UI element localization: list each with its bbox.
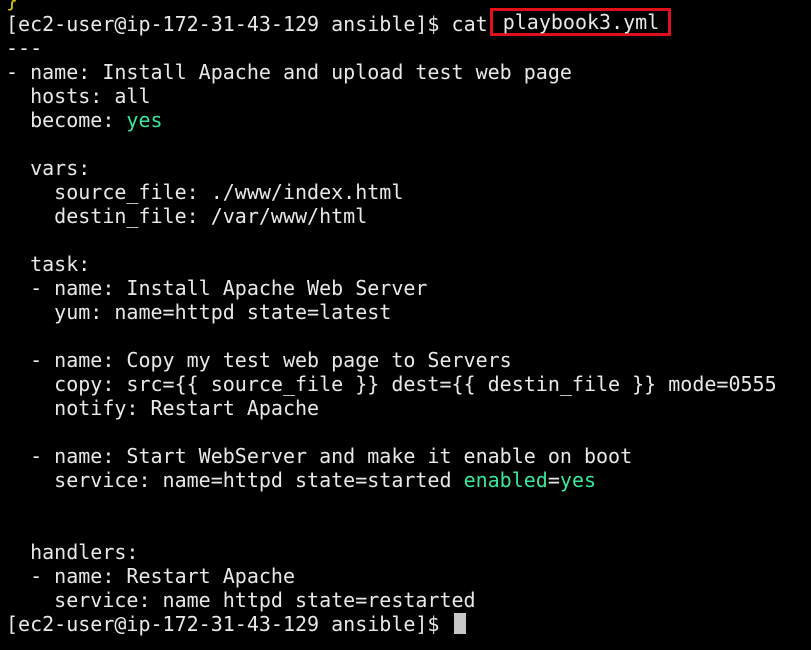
yaml-task2-copy: copy: src={{ source_file }} dest={{ dest… xyxy=(6,372,777,396)
equals-sign: = xyxy=(547,468,560,492)
yaml-source-file: source_file: ./www/index.html xyxy=(6,180,404,204)
yaml-task2-notify: notify: Restart Apache xyxy=(6,396,320,420)
shell-prompt: [ec2-user@ip-172-31-43-129 ansible]$ xyxy=(6,12,452,36)
service-args: service: name=httpd state=started xyxy=(6,468,464,492)
yaml-handler-name: - name: Restart Apache xyxy=(6,564,295,588)
highlighted-filename: playbook3.yml xyxy=(489,8,672,36)
enabled-value: yes xyxy=(559,468,597,492)
become-key: become: xyxy=(6,108,127,132)
final-prompt-line[interactable]: [ec2-user@ip-172-31-43-129 ansible]$ xyxy=(6,612,811,636)
command-line: [ec2-user@ip-172-31-43-129 ansible]$ cat… xyxy=(6,8,811,36)
yaml-task1-name: - name: Install Apache Web Server xyxy=(6,276,428,300)
yaml-handler-service: service: name httpd state=restarted xyxy=(6,588,476,612)
yaml-task2-name: - name: Copy my test web page to Servers xyxy=(6,348,512,372)
yaml-task3-name: - name: Start WebServer and make it enab… xyxy=(6,444,633,468)
yaml-hosts: hosts: all xyxy=(6,84,151,108)
yaml-play-name: - name: Install Apache and upload test w… xyxy=(6,60,572,84)
terminal-cursor xyxy=(453,613,466,634)
yaml-handlers: handlers: xyxy=(6,540,139,564)
shell-prompt: [ec2-user@ip-172-31-43-129 ansible]$ xyxy=(6,612,452,636)
yaml-become: become: yes xyxy=(6,108,811,132)
yaml-vars: vars: xyxy=(6,156,91,180)
yaml-task3-service: service: name=httpd state=started enable… xyxy=(6,468,811,492)
enabled-keyword: enabled xyxy=(463,468,548,492)
filename-text: playbook3.yml xyxy=(502,10,660,34)
yaml-destin-file: destin_file: /var/www/html xyxy=(6,204,368,228)
previous-output-fragment: } xyxy=(6,0,19,12)
yaml-task: task: xyxy=(6,252,91,276)
yaml-doc-start: --- xyxy=(6,36,43,60)
terminal-window[interactable]: } [ec2-user@ip-172-31-43-129 ansible]$ c… xyxy=(0,0,811,650)
yaml-task1-yum: yum: name=httpd state=latest xyxy=(6,300,392,324)
become-value: yes xyxy=(126,108,163,132)
